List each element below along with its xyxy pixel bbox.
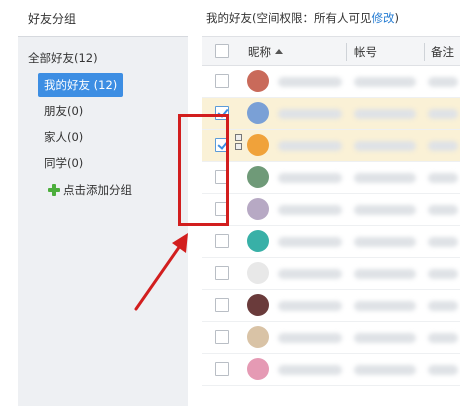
avatar[interactable] <box>247 326 269 348</box>
group-item-my-friends[interactable]: 我的好友 (12) <box>38 73 124 97</box>
blurred-remark <box>428 269 458 279</box>
blurred-nickname <box>278 237 342 247</box>
blurred-account <box>354 301 416 311</box>
group-item-classmates[interactable]: 同学(0) <box>38 151 123 177</box>
avatar[interactable] <box>247 198 269 220</box>
blurred-remark <box>428 141 458 151</box>
table-header: 昵称 帐号 备注 <box>202 36 460 66</box>
table-row[interactable] <box>202 130 460 162</box>
column-nickname[interactable]: 昵称 <box>248 44 283 60</box>
title-text: 我的好友(空间权限：所有人可见 <box>206 11 372 25</box>
blurred-nickname <box>278 333 342 343</box>
table-row[interactable] <box>202 194 460 226</box>
blurred-nickname <box>278 173 342 183</box>
modify-link[interactable]: 修改 <box>372 11 395 25</box>
sidebar-title: 好友分组 <box>28 12 77 26</box>
avatar[interactable] <box>247 262 269 284</box>
table-row[interactable] <box>202 66 460 98</box>
page-title: 我的好友(空间权限：所有人可见修改) <box>206 10 399 26</box>
avatar[interactable] <box>247 102 269 124</box>
row-checkbox[interactable] <box>215 266 229 280</box>
column-divider <box>424 43 425 61</box>
blurred-remark <box>428 77 458 87</box>
column-account[interactable]: 帐号 <box>354 44 377 60</box>
table-row[interactable] <box>202 98 460 130</box>
group-panel: 全部好友(12) 我的好友 (12) 朋友(0) 家人(0) 同学(0) 点击添… <box>18 36 188 406</box>
blurred-remark <box>428 205 458 215</box>
blurred-nickname <box>278 269 342 279</box>
blurred-account <box>354 333 416 343</box>
blurred-nickname <box>278 365 342 375</box>
blurred-account <box>354 173 416 183</box>
column-nickname-label: 昵称 <box>248 45 271 59</box>
blurred-nickname <box>278 205 342 215</box>
avatar[interactable] <box>247 166 269 188</box>
select-all-checkbox[interactable] <box>215 44 229 58</box>
blurred-nickname <box>278 77 342 87</box>
blurred-nickname <box>278 141 342 151</box>
add-group-label: 点击添加分组 <box>63 183 132 197</box>
blurred-remark <box>428 237 458 247</box>
avatar[interactable] <box>247 358 269 380</box>
blurred-account <box>354 237 416 247</box>
table-row[interactable] <box>202 322 460 354</box>
group-item-friends[interactable]: 朋友(0) <box>38 99 123 125</box>
blurred-remark <box>428 333 458 343</box>
group-all-friends[interactable]: 全部好友(12) <box>28 50 98 66</box>
blurred-nickname <box>278 109 342 119</box>
blurred-remark <box>428 173 458 183</box>
sort-up-icon <box>275 49 283 54</box>
avatar[interactable] <box>247 230 269 252</box>
plus-icon <box>48 184 60 196</box>
table-row[interactable] <box>202 162 460 194</box>
add-group-button[interactable]: 点击添加分组 <box>48 182 132 198</box>
status-icons <box>235 134 243 152</box>
blurred-nickname <box>278 301 342 311</box>
title-suffix: ) <box>394 11 400 25</box>
group-item-family[interactable]: 家人(0) <box>38 125 123 151</box>
friend-rows <box>202 66 460 386</box>
blurred-account <box>354 77 416 87</box>
group-list: 我的好友 (12) 朋友(0) 家人(0) 同学(0) <box>38 73 124 177</box>
annotation-arrow-icon <box>134 233 188 311</box>
blurred-account <box>354 365 416 375</box>
blurred-remark <box>428 109 458 119</box>
row-checkbox[interactable] <box>215 234 229 248</box>
table-row[interactable] <box>202 354 460 386</box>
table-row[interactable] <box>202 258 460 290</box>
avatar[interactable] <box>247 70 269 92</box>
avatar[interactable] <box>247 294 269 316</box>
annotation-highlight-box <box>178 114 229 226</box>
row-checkbox[interactable] <box>215 330 229 344</box>
row-checkbox[interactable] <box>215 74 229 88</box>
row-checkbox[interactable] <box>215 298 229 312</box>
blurred-account <box>354 109 416 119</box>
sidebar: 好友分组 全部好友(12) 我的好友 (12) 朋友(0) 家人(0) 同学(0… <box>0 0 188 406</box>
table-row[interactable] <box>202 290 460 322</box>
blurred-account <box>354 141 416 151</box>
row-checkbox[interactable] <box>215 362 229 376</box>
blurred-account <box>354 205 416 215</box>
status-mini-icon <box>235 134 242 141</box>
avatar[interactable] <box>247 134 269 156</box>
blurred-remark <box>428 365 458 375</box>
status-mini-icon <box>235 143 242 150</box>
table-row[interactable] <box>202 226 460 258</box>
column-remark[interactable]: 备注 <box>431 44 454 60</box>
column-divider <box>346 43 347 61</box>
blurred-remark <box>428 301 458 311</box>
blurred-account <box>354 269 416 279</box>
